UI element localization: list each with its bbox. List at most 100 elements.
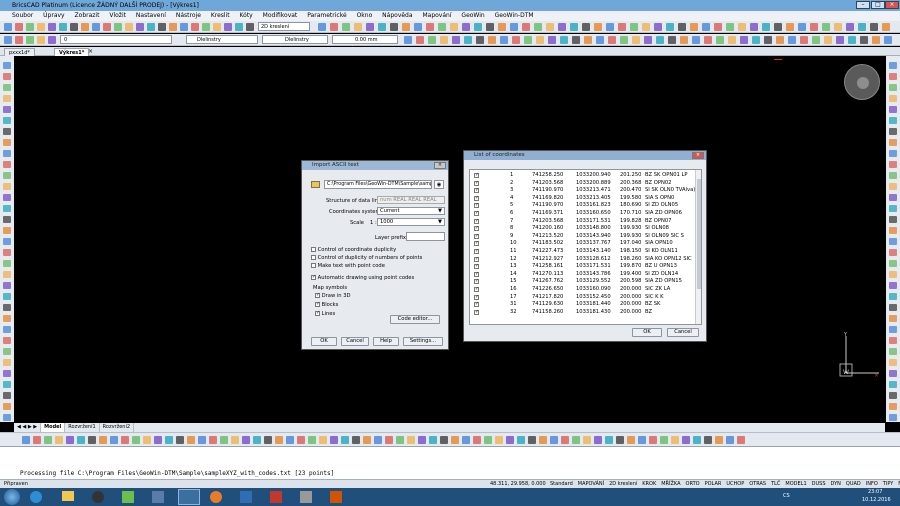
- row-checkbox[interactable]: [474, 271, 479, 278]
- status-toggle[interactable]: MAPOVÁNÍ: [578, 481, 604, 487]
- row-checkbox[interactable]: [474, 202, 479, 210]
- side-tool-icon[interactable]: [3, 106, 11, 113]
- coordinate-row[interactable]: 14 741270.113 1033143.786 199.400SI ZD OLN1…: [470, 271, 694, 278]
- toolbar-tool-icon[interactable]: [500, 36, 508, 44]
- command-line[interactable]: Processing file C:\Program Files\GeoWin-…: [0, 446, 900, 479]
- toolbar-tool-icon[interactable]: [548, 36, 556, 44]
- row-checkbox[interactable]: [474, 240, 479, 248]
- linetype-select[interactable]: Dlelinstry: [262, 35, 328, 44]
- coordinate-row[interactable]: 10 741183.502 1033137.767 197.040SIA OPN10: [470, 240, 694, 248]
- row-checkbox[interactable]: [474, 195, 479, 202]
- code-editor-button[interactable]: Code editor...: [390, 315, 440, 324]
- status-toggle[interactable]: ORTO: [686, 481, 700, 487]
- toolbar-tool-icon[interactable]: [330, 23, 338, 31]
- side-tool-icon[interactable]: [889, 238, 897, 245]
- toolbar-tool-icon[interactable]: [872, 36, 880, 44]
- toolbar-tool-icon[interactable]: [342, 23, 350, 31]
- toolbar-tool-icon[interactable]: [584, 36, 592, 44]
- side-tool-icon[interactable]: [3, 172, 11, 179]
- row-checkbox[interactable]: [474, 248, 479, 255]
- toolbar-tool-icon[interactable]: [488, 36, 496, 44]
- app-icon-2[interactable]: [152, 491, 164, 503]
- toolbar-tool-icon[interactable]: [426, 23, 434, 31]
- side-tool-icon[interactable]: [889, 271, 897, 278]
- toolbar-tool-icon[interactable]: [418, 436, 426, 444]
- coordinate-row[interactable]: 17 741217.820 1033152.450 200.000SIC K K: [470, 294, 694, 301]
- side-tool-icon[interactable]: [889, 370, 897, 377]
- firefox-icon[interactable]: [210, 491, 222, 503]
- toolbar-tool-icon[interactable]: [750, 23, 758, 31]
- side-tool-icon[interactable]: [3, 260, 11, 267]
- check-row[interactable]: Blocks: [315, 301, 375, 309]
- app-icon-1[interactable]: [122, 491, 134, 503]
- toolbar-tool-icon[interactable]: [798, 23, 806, 31]
- toolbar-tool-icon[interactable]: [319, 436, 327, 444]
- side-tool-icon[interactable]: [889, 95, 897, 102]
- toolbar-tool-icon[interactable]: [738, 23, 746, 31]
- toolbar-tool-icon[interactable]: [474, 23, 482, 31]
- menu-item[interactable]: Soubor: [12, 12, 33, 19]
- row-checkbox[interactable]: [474, 187, 479, 194]
- toolbar-tool-icon[interactable]: [506, 436, 514, 444]
- toolbar-tool-icon[interactable]: [66, 436, 74, 444]
- row-checkbox[interactable]: [474, 309, 479, 316]
- side-tool-icon[interactable]: [889, 326, 897, 333]
- toolbar-tool-icon[interactable]: [486, 23, 494, 31]
- row-checkbox[interactable]: [474, 172, 479, 179]
- coordinate-row[interactable]: 9 741213.520 1033143.940 199.930SI OLN09 SI…: [470, 233, 694, 240]
- toolbar-tool-icon[interactable]: [726, 23, 734, 31]
- toolbar-tool-icon[interactable]: [660, 436, 668, 444]
- toolbar-tool-icon[interactable]: [812, 36, 820, 44]
- toolbar-tool-icon[interactable]: [374, 436, 382, 444]
- side-tool-icon[interactable]: [889, 304, 897, 311]
- side-tool-icon[interactable]: [889, 315, 897, 322]
- toolbar-tool-icon[interactable]: [495, 436, 503, 444]
- toolbar-tool-icon[interactable]: [484, 436, 492, 444]
- menu-item[interactable]: Parametrické: [307, 12, 346, 19]
- start-button[interactable]: [4, 489, 20, 505]
- toolbar-tool-icon[interactable]: [363, 436, 371, 444]
- toolbar-tool-icon[interactable]: [846, 23, 854, 31]
- menu-item[interactable]: Okno: [357, 12, 373, 19]
- toolbar-tool-icon[interactable]: [4, 23, 12, 31]
- toolbar-tool-icon[interactable]: [550, 436, 558, 444]
- clock-date[interactable]: 10.12.2016: [862, 497, 891, 503]
- layer-prefix-input[interactable]: [406, 232, 445, 241]
- menu-item[interactable]: Vložit: [109, 12, 126, 19]
- coordinate-row[interactable]: 2 741203.568 1033200.889 200.368BZ OPN02: [470, 180, 694, 187]
- coordinate-row[interactable]: 11 741227.473 1033143.140 198.150SI KO OLN1…: [470, 248, 694, 255]
- toolbar-tool-icon[interactable]: [558, 23, 566, 31]
- side-tool-icon[interactable]: [889, 139, 897, 146]
- toolbar-tool-icon[interactable]: [81, 23, 89, 31]
- toolbar-tool-icon[interactable]: [800, 36, 808, 44]
- toolbar-tool-icon[interactable]: [209, 436, 217, 444]
- side-tool-icon[interactable]: [889, 282, 897, 289]
- toolbar-tool-icon[interactable]: [44, 436, 52, 444]
- ok-button[interactable]: OK: [632, 328, 662, 337]
- toolbar-tool-icon[interactable]: [224, 23, 232, 31]
- toolbar-tool-icon[interactable]: [594, 23, 602, 31]
- toolbar-tool-icon[interactable]: [88, 436, 96, 444]
- side-tool-icon[interactable]: [3, 403, 11, 410]
- toolbar-tool-icon[interactable]: [414, 23, 422, 31]
- toolbar-tool-icon[interactable]: [110, 436, 118, 444]
- folder-open-icon[interactable]: [311, 181, 320, 188]
- row-checkbox[interactable]: [474, 225, 479, 232]
- side-tool-icon[interactable]: [889, 84, 897, 91]
- side-tool-icon[interactable]: [889, 62, 897, 69]
- row-checkbox[interactable]: [474, 301, 479, 308]
- toolbar-tool-icon[interactable]: [671, 436, 679, 444]
- toolbar-tool-icon[interactable]: [714, 23, 722, 31]
- coord-system-select[interactable]: Current ▼: [377, 207, 445, 215]
- toolbar-tool-icon[interactable]: [92, 23, 100, 31]
- side-tool-icon[interactable]: [3, 84, 11, 91]
- toolbar-tool-icon[interactable]: [536, 36, 544, 44]
- tab-model[interactable]: Model: [41, 423, 66, 432]
- checkbox[interactable]: [311, 247, 316, 252]
- toolbar-tool-icon[interactable]: [605, 436, 613, 444]
- side-tool-icon[interactable]: [889, 205, 897, 212]
- toolbar-tool-icon[interactable]: [649, 436, 657, 444]
- menu-item[interactable]: Úpravy: [43, 12, 64, 19]
- toolbar-tool-icon[interactable]: [666, 23, 674, 31]
- toolbar-tool-icon[interactable]: [656, 36, 664, 44]
